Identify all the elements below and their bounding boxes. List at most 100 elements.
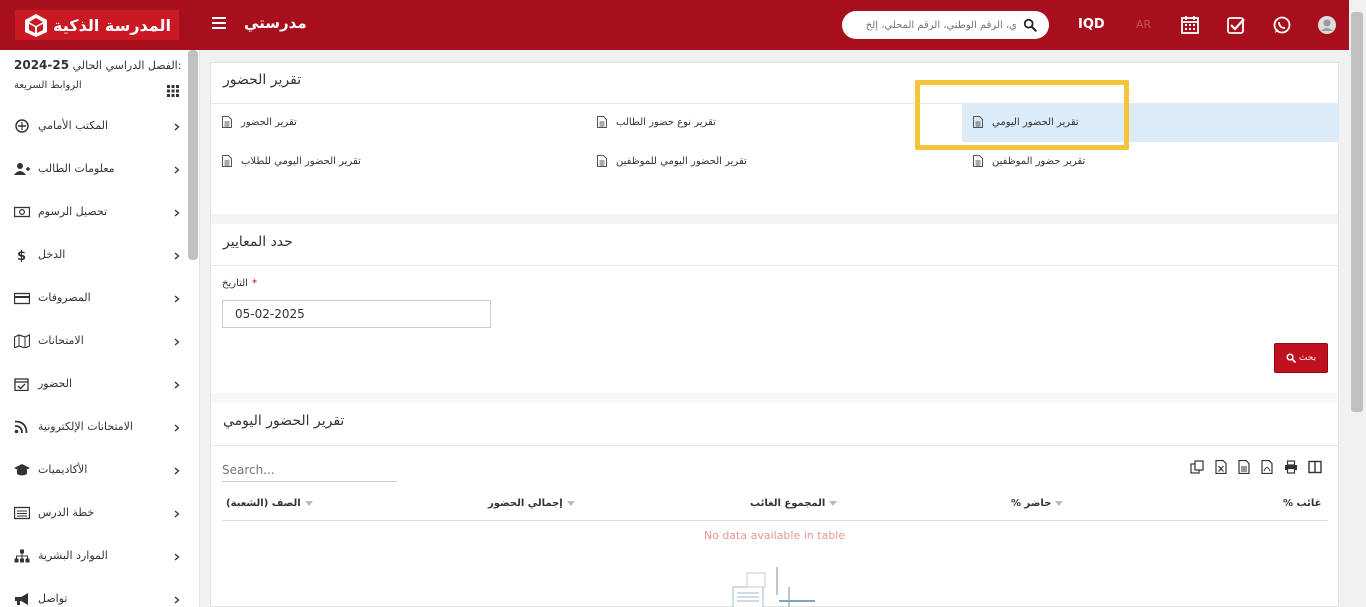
sort-icon xyxy=(829,501,838,506)
date-input[interactable] xyxy=(222,300,491,328)
quick-links[interactable]: الروابط السريعة xyxy=(14,80,185,91)
current-session: 2024-25 الفصل الدراسي الحالي: xyxy=(14,58,185,72)
report-link-label: تقرير الحضور اليومي xyxy=(992,116,1079,128)
sidebar-item-label: الحضور xyxy=(38,377,73,390)
front-office-icon xyxy=(15,119,29,133)
sidebar-item-label: المصروفات xyxy=(38,291,91,304)
report-link-staff-daily-attendance[interactable]: تقرير الحضور اليومي للموظفين xyxy=(597,155,747,167)
chevron-right-icon xyxy=(174,381,180,389)
sidebar-item[interactable]: الامتحانات xyxy=(0,321,199,364)
report-link-student-daily-attendance[interactable]: تقرير الحضور اليومي للطلاب xyxy=(222,155,361,167)
chevron-right-icon xyxy=(174,510,180,518)
divider xyxy=(211,265,1338,266)
report-link-staff-attendance[interactable]: تقرير حضور الموظفين xyxy=(973,155,1085,167)
report-link-label: تقرير حضور الموظفين xyxy=(992,155,1086,167)
credit-card-icon xyxy=(14,292,30,305)
document-icon xyxy=(597,116,607,128)
sidebar-item-label: تحصيل الرسوم xyxy=(38,205,108,218)
global-search xyxy=(842,11,1049,39)
sort-icon xyxy=(1055,501,1064,506)
sidebar-item-label: الدخل xyxy=(38,248,66,261)
table-search-input[interactable] xyxy=(222,458,397,482)
page-scrollbar[interactable] xyxy=(1349,0,1366,607)
sidebar-header: 2024-25 الفصل الدراسي الحالي: الروابط ال… xyxy=(0,50,199,106)
required-mark: * xyxy=(251,278,257,289)
sitemap-icon xyxy=(14,549,30,563)
search-icon[interactable] xyxy=(1023,18,1037,32)
calendar-icon[interactable] xyxy=(1180,15,1200,35)
chevron-right-icon xyxy=(174,252,180,260)
sidebar-item[interactable]: الامتحانات الإلكترونية xyxy=(0,407,199,450)
dollar-icon: $ xyxy=(17,249,26,262)
grid-icon[interactable] xyxy=(167,85,179,97)
brand-logo[interactable]: المدرسة الذكية xyxy=(15,10,179,40)
column-header-class[interactable]: الصف (الشعبة) xyxy=(226,498,313,509)
list-icon xyxy=(14,506,30,520)
pdf-icon[interactable] xyxy=(1260,460,1274,474)
document-icon xyxy=(973,155,983,167)
column-header-label: المجموع الغائب xyxy=(750,498,826,509)
csv-icon[interactable] xyxy=(1237,460,1251,474)
column-header-absent-percent[interactable]: % غائب xyxy=(1283,498,1321,509)
language-selector[interactable]: AR xyxy=(1136,18,1151,31)
sidebar-item-label: خطة الدرس xyxy=(38,506,95,519)
report-link-daily-attendance[interactable]: تقرير الحضور اليومي xyxy=(973,116,1079,128)
sidebar-item[interactable]: الحضور xyxy=(0,364,199,407)
chevron-right-icon xyxy=(174,596,180,604)
sort-icon xyxy=(304,501,313,506)
sidebar-item[interactable]: $ الدخل xyxy=(0,235,199,278)
copy-icon[interactable] xyxy=(1190,460,1204,474)
empty-data-illustration-icon xyxy=(732,567,815,607)
report-link-label: تقرير الحضور اليومي للطلاب xyxy=(241,155,361,167)
chevron-right-icon xyxy=(174,166,180,174)
sidebar-item[interactable]: خطة الدرس xyxy=(0,493,199,536)
search-icon xyxy=(1286,353,1296,363)
report-link-label: تقرير نوع حضور الطالب xyxy=(616,116,716,128)
calendar-check-icon xyxy=(14,378,29,391)
column-header-present-percent[interactable]: % حاضر xyxy=(1011,498,1064,509)
document-icon xyxy=(222,116,232,128)
sidebar-item-label: الموارد البشرية xyxy=(38,549,108,562)
column-header-total-absent[interactable]: المجموع الغائب xyxy=(750,498,838,509)
sidebar-item-label: الأكاديميات xyxy=(38,463,88,476)
svg-text:$: $ xyxy=(17,249,26,262)
table-header-divider xyxy=(222,520,1328,521)
app-name: مدرستي xyxy=(244,14,307,32)
report-link-student-attendance-type[interactable]: تقرير نوع حضور الطالب xyxy=(597,116,716,128)
sidebar-item[interactable]: معلومات الطالب xyxy=(0,149,199,192)
excel-icon[interactable] xyxy=(1214,460,1228,474)
menu-toggle-icon[interactable] xyxy=(212,17,226,31)
document-icon xyxy=(597,155,607,167)
sidebar-item[interactable]: تحصيل الرسوم xyxy=(0,192,199,235)
task-check-icon[interactable] xyxy=(1226,15,1246,35)
sidebar-item-label: المكتب الأمامي xyxy=(38,119,109,132)
whatsapp-icon[interactable] xyxy=(1272,15,1292,35)
sidebar-item[interactable]: المكتب الأمامي xyxy=(0,106,199,149)
divider xyxy=(211,445,1338,446)
bullhorn-icon xyxy=(15,593,28,605)
money-icon xyxy=(14,206,30,218)
daily-report-title: تقرير الحضور اليومي xyxy=(223,413,345,429)
page-scrollbar-thumb[interactable] xyxy=(1351,12,1363,412)
search-button[interactable]: بحث xyxy=(1274,343,1328,373)
column-header-label: % غائب xyxy=(1283,498,1322,509)
sidebar-item-label: تواصل xyxy=(38,592,68,605)
columns-icon[interactable] xyxy=(1308,460,1322,474)
section-gap xyxy=(211,214,1338,224)
report-link-attendance[interactable]: تقرير الحضور xyxy=(222,116,297,128)
currency-selector[interactable]: IQD xyxy=(1078,17,1105,32)
sidebar-item[interactable]: تواصل xyxy=(0,579,199,607)
chevron-right-icon xyxy=(174,424,180,432)
sidebar-item[interactable]: المصروفات xyxy=(0,278,199,321)
sidebar-menu: المكتب الأمامي معلومات الطالب تحصيل الرسوم… xyxy=(0,106,199,607)
date-label: التاريخ * xyxy=(222,278,257,289)
sidebar-item[interactable]: الموارد البشرية xyxy=(0,536,199,579)
avatar-icon[interactable] xyxy=(1317,15,1337,35)
column-header-total-attendance[interactable]: إجمالي الحضور xyxy=(488,498,575,509)
sidebar-item[interactable]: الأكاديميات xyxy=(0,450,199,493)
graduation-cap-icon xyxy=(14,464,30,476)
global-search-input[interactable] xyxy=(852,19,1017,31)
chevron-right-icon xyxy=(174,295,180,303)
main-card: تقرير الحضور تقرير الحضور اليومي تقرير ن… xyxy=(210,62,1339,607)
print-icon[interactable] xyxy=(1284,460,1298,474)
